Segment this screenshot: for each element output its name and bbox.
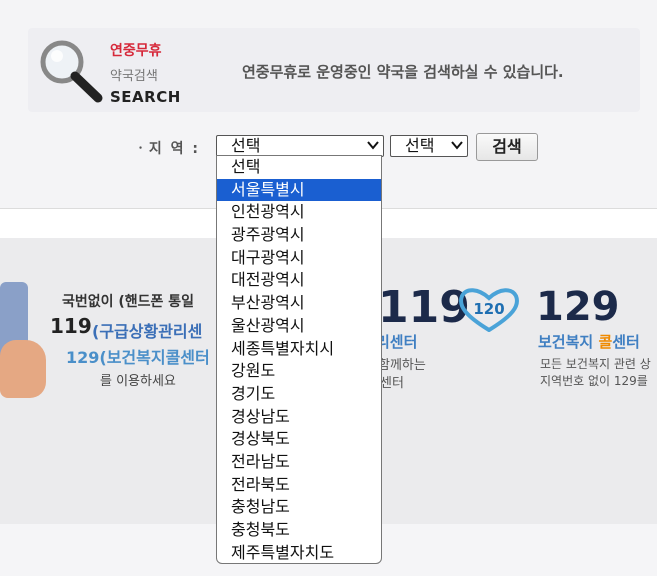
banner-left-line1: 국번없이 (핸드폰 통일	[62, 294, 195, 310]
dropdown-option[interactable]: 전라남도	[217, 451, 381, 474]
dropdown-option[interactable]: 대전광역시	[217, 269, 381, 292]
dropdown-option[interactable]: 울산광역시	[217, 315, 381, 338]
dropdown-option[interactable]: 경기도	[217, 383, 381, 406]
banner-left-use: 를 이용하세요	[100, 374, 176, 389]
magnifier-icon	[40, 40, 103, 103]
search-button[interactable]: 검색	[476, 133, 538, 161]
banner-right-title: 보건복지 콜센터	[538, 331, 640, 352]
banner-left-119-text: (구급상황관리센	[92, 322, 203, 341]
dropdown-option[interactable]: 인천광역시	[217, 201, 381, 224]
dropdown-option[interactable]: 강원도	[217, 360, 381, 383]
logo-title: 연중무휴	[110, 43, 162, 59]
district-select[interactable]: 선택	[390, 135, 468, 157]
heart-logo-text: 120	[473, 300, 504, 318]
dropdown-option[interactable]: 부산광역시	[217, 292, 381, 315]
dropdown-option[interactable]: 경상남도	[217, 406, 381, 429]
region-dropdown-list[interactable]: 선택 서울특별시 인천광역시 광주광역시 대구광역시 대전광역시 부산광역시 울산광역시 세종특…	[216, 155, 382, 564]
logo-search-text: SEARCH	[110, 88, 181, 106]
region-label: ㆍ지 역 :	[134, 141, 200, 157]
banner-right-129: 129	[536, 284, 620, 330]
district-select-value: 선택	[405, 136, 435, 155]
dropdown-option[interactable]: 선택	[217, 156, 381, 179]
banner-center-line2: 함께하는	[378, 358, 426, 373]
dropdown-option[interactable]: 대구광역시	[217, 247, 381, 270]
region-select[interactable]: 선택	[216, 135, 384, 157]
banner-left-119: 119	[50, 314, 92, 338]
hand-image	[0, 340, 46, 398]
banner-right-line2: 모든 보건복지 관련 상	[540, 357, 651, 371]
dropdown-option[interactable]: 충청남도	[217, 496, 381, 519]
dropdown-option[interactable]: 서울특별시	[217, 178, 381, 202]
dropdown-option[interactable]: 제주특별자치도	[217, 542, 381, 563]
banner-right-title-b: 콜	[598, 333, 613, 351]
logo-subtitle: 약국검색	[110, 69, 158, 84]
banner-right-line3: 지역번호 없이 129를	[540, 374, 648, 388]
banner-left-129: 129(보건복지콜센터	[66, 348, 210, 367]
dropdown-option[interactable]: 광주광역시	[217, 224, 381, 247]
dropdown-option[interactable]: 경상북도	[217, 428, 381, 451]
chevron-down-icon	[367, 141, 379, 150]
search-description: 연중무휴로 운영중인 약국을 검색하실 수 있습니다.	[242, 63, 564, 81]
banner-right-title-c: 센터	[612, 333, 640, 351]
banner-center-line3: 센터	[380, 376, 404, 391]
dropdown-option[interactable]: 전라북도	[217, 474, 381, 497]
dropdown-option[interactable]: 세종특별자치시	[217, 338, 381, 361]
heart-logo-icon: 120	[459, 288, 519, 332]
dropdown-option[interactable]: 충청북도	[217, 519, 381, 542]
banner-right-title-a: 보건복지	[538, 333, 599, 351]
chevron-down-icon	[451, 141, 463, 150]
region-select-value: 선택	[231, 136, 261, 155]
banner-center-line1: 리센터	[376, 333, 418, 351]
